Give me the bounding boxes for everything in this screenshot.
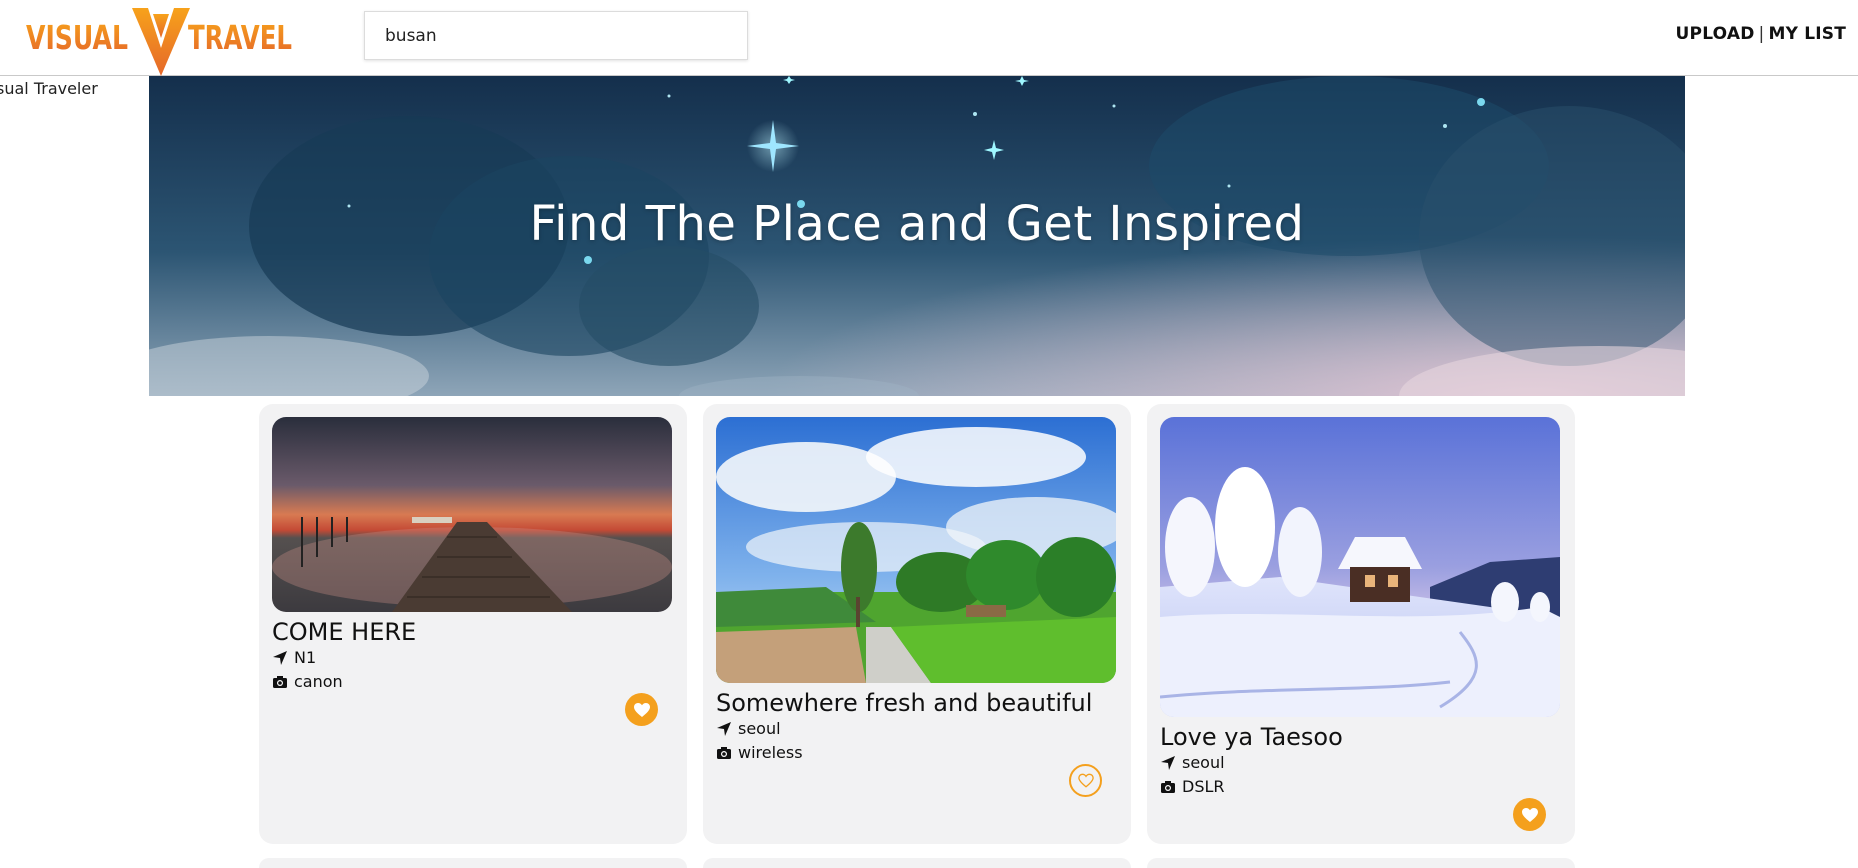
photo-card-next-row[interactable] <box>1147 858 1575 868</box>
top-header: VISUAL TRAVEL UPLOAD|MY LIST <box>0 0 1858 76</box>
camera-icon <box>273 675 287 688</box>
like-button[interactable] <box>625 693 658 726</box>
card-location-text: N1 <box>294 648 317 667</box>
camera-icon <box>717 746 731 759</box>
svg-text:TRAVEL: TRAVEL <box>188 18 292 57</box>
site-name-text: sual Traveler <box>0 79 98 98</box>
location-arrow-icon <box>1161 755 1175 770</box>
location-arrow-icon <box>273 650 287 665</box>
card-camera-text: canon <box>294 672 343 691</box>
upload-link[interactable]: UPLOAD <box>1676 24 1755 44</box>
card-camera: DSLR <box>1160 777 1225 796</box>
card-camera: wireless <box>716 743 803 762</box>
card-photo-snowy-cabin[interactable] <box>1160 417 1560 717</box>
svg-text:VISUAL: VISUAL <box>26 18 128 57</box>
visual-travel-logo[interactable]: VISUAL TRAVEL <box>26 4 294 76</box>
card-photo-pier-sunset[interactable] <box>272 417 672 612</box>
card-location: N1 <box>272 648 316 667</box>
card-title: Somewhere fresh and beautiful <box>716 689 1093 717</box>
photo-card[interactable]: COME HERE N1 canon <box>259 404 687 844</box>
photo-card-next-row[interactable] <box>259 858 687 868</box>
heart-outline-icon <box>1077 773 1094 788</box>
top-nav: UPLOAD | MY LIST <box>1676 24 1846 44</box>
card-camera: canon <box>272 672 343 691</box>
search-input[interactable] <box>364 11 748 60</box>
hero-title: Find The Place and Get Inspired <box>529 196 1305 252</box>
like-button[interactable] <box>1069 764 1102 797</box>
card-camera-text: wireless <box>738 743 803 762</box>
card-title: Love ya Taesoo <box>1160 723 1343 751</box>
card-location-text: seoul <box>1182 753 1225 772</box>
nav-separator: | <box>1758 24 1765 44</box>
card-camera-text: DSLR <box>1182 777 1225 796</box>
photo-card[interactable]: Somewhere fresh and beautiful seoul wire… <box>703 404 1131 844</box>
location-arrow-icon <box>717 721 731 736</box>
my-list-link[interactable]: MY LIST <box>1768 24 1846 44</box>
card-photo-green-field-path[interactable] <box>716 417 1116 683</box>
hero-banner: Find The Place and Get Inspired <box>149 76 1685 396</box>
heart-icon <box>1521 807 1538 822</box>
camera-icon <box>1161 780 1175 793</box>
photo-card-next-row[interactable] <box>703 858 1131 868</box>
heart-icon <box>633 702 650 717</box>
card-location: seoul <box>1160 753 1225 772</box>
like-button[interactable] <box>1513 798 1546 831</box>
card-location: seoul <box>716 719 781 738</box>
photo-card[interactable]: Love ya Taesoo seoul DSLR <box>1147 404 1575 844</box>
card-location-text: seoul <box>738 719 781 738</box>
card-title: COME HERE <box>272 618 417 646</box>
